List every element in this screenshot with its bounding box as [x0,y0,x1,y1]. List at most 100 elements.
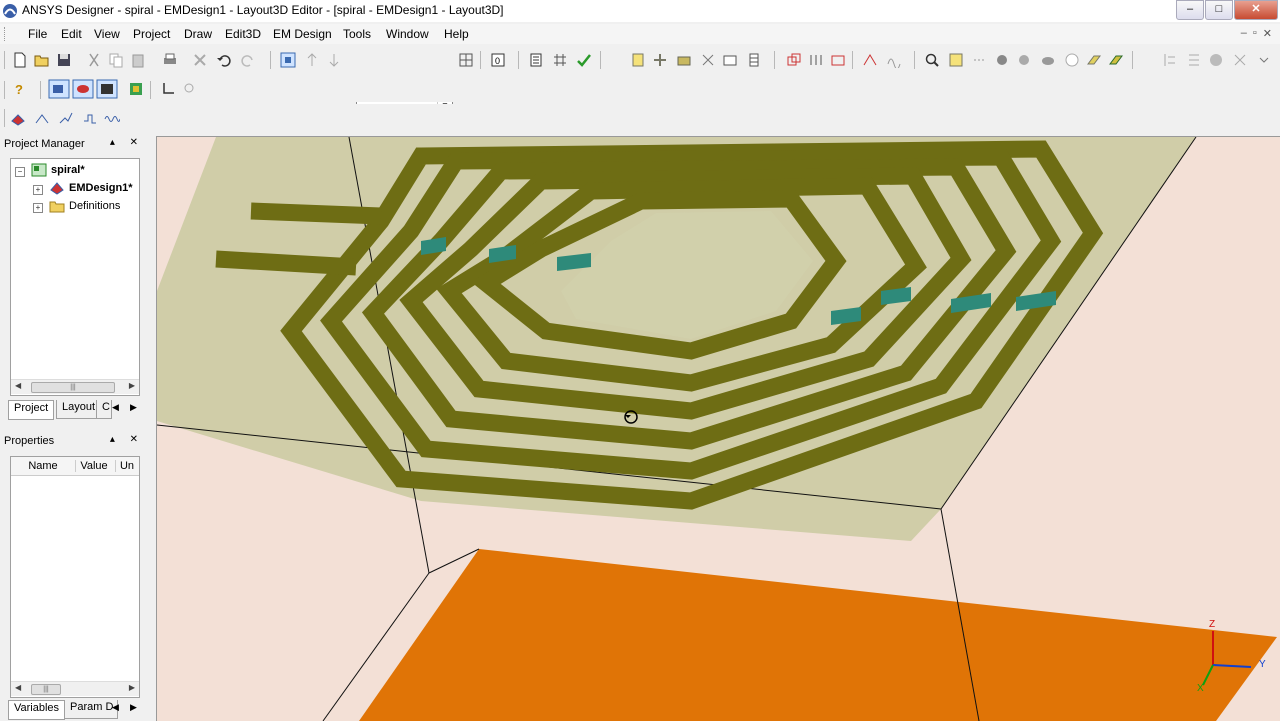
solve-setup-icon[interactable] [700,52,716,68]
add-excitation-icon[interactable] [652,52,668,68]
fit-all-icon[interactable] [948,52,964,68]
project-manager-controls[interactable]: ▴ ✕ [110,137,144,148]
mdi-minimize-button[interactable]: – [1241,27,1247,40]
menu-grip[interactable] [4,27,8,41]
zoom-icon[interactable] [924,52,940,68]
column-name[interactable]: Name [11,460,75,472]
draw-line-icon[interactable] [34,111,50,127]
menu-edit3d[interactable]: Edit3D [225,27,261,41]
draw-wave-icon[interactable] [104,111,120,127]
copy-icon[interactable] [108,52,124,68]
help-icon[interactable]: ? [12,81,28,97]
color-map-icon[interactable] [128,81,144,97]
column-value[interactable]: Value [75,460,112,472]
overflow-icon[interactable] [1256,52,1272,68]
grid-toggle-icon[interactable] [552,52,568,68]
shade-icon[interactable] [1086,52,1102,68]
tab-prev-icon[interactable]: ◀ [112,702,119,713]
redo-icon[interactable] [240,52,256,68]
tab-prev-icon[interactable]: ◀ [112,402,119,413]
validate-icon[interactable] [576,52,592,68]
boolean-unite-icon[interactable] [786,52,802,68]
coordinate-system-icon[interactable] [160,81,176,97]
measure-icon[interactable]: 0 [490,52,506,68]
ansys-app-icon[interactable] [2,3,18,19]
feed-line-top[interactable] [250,202,382,225]
boolean-intersect-icon[interactable] [830,52,846,68]
align-icon[interactable] [1186,52,1202,68]
boolean-subtract-icon[interactable] [808,52,824,68]
delete-icon[interactable] [192,52,208,68]
tab-c[interactable]: C [96,400,112,419]
expand-design-icon[interactable]: + [33,185,43,195]
project-tree-hscroll[interactable]: ◀ ||| ▶ [11,379,139,394]
plot-field-icon[interactable] [886,52,902,68]
undo-icon[interactable] [216,52,232,68]
save-icon[interactable] [56,52,72,68]
ground-plane[interactable] [359,549,1277,721]
sweep-icon[interactable] [722,52,738,68]
menu-window[interactable]: Window [386,27,429,41]
view-layer-icon[interactable] [72,79,94,99]
properties-hscroll[interactable]: ◀ ||| ▶ [11,681,139,696]
orient-icon[interactable] [1016,52,1032,68]
expand-definitions-icon[interactable]: + [33,203,43,213]
view-front-icon[interactable] [1040,52,1056,68]
tools-icon[interactable] [1232,52,1248,68]
expand-spiral-icon[interactable]: − [15,167,25,177]
new-file-icon[interactable] [12,52,28,68]
add-port-icon[interactable] [630,52,646,68]
move-down-icon[interactable] [326,52,342,68]
view-clock-icon[interactable] [1064,52,1080,68]
paste-icon[interactable] [130,52,146,68]
layout3d-viewport[interactable]: Z Y X [156,136,1280,721]
cut-icon[interactable] [86,52,102,68]
add-boundary-icon[interactable] [676,52,692,68]
menu-file[interactable]: File [28,27,47,41]
tab-param-defaults[interactable]: Param D [64,700,118,719]
zoom-ruler-icon[interactable] [182,81,198,97]
globe-icon[interactable] [1208,52,1224,68]
menu-draw[interactable]: Draw [184,27,212,41]
rotate-icon[interactable] [994,52,1010,68]
column-unit[interactable]: Un [115,460,138,472]
draw-polyline-icon[interactable] [82,111,98,127]
snap-grid-icon[interactable] [458,52,474,68]
table-icon[interactable] [746,52,762,68]
tab-layout[interactable]: Layout [56,400,102,419]
print-icon[interactable] [162,52,178,68]
select-icon[interactable] [280,52,296,68]
sweep-along-icon[interactable] [862,52,878,68]
close-button[interactable]: ✕ [1234,0,1278,20]
open-folder-icon[interactable] [34,52,50,68]
feed-line-bottom[interactable] [215,250,357,276]
tree-item-project[interactable]: spiral* [51,164,85,176]
mdi-restore-button[interactable]: ▫ [1253,27,1257,40]
tab-next-icon[interactable]: ▶ [130,402,137,413]
tree-item-design[interactable]: EMDesign1* [69,182,133,194]
menu-tools[interactable]: Tools [343,27,371,41]
menu-em-design[interactable]: EM Design [273,27,332,41]
mdi-close-button[interactable]: ✕ [1263,27,1272,40]
menu-edit[interactable]: Edit [61,27,82,41]
draw-solid-icon[interactable] [10,111,26,127]
menu-view[interactable]: View [94,27,120,41]
minimize-button[interactable]: – [1176,0,1204,20]
tab-next-icon[interactable]: ▶ [130,702,137,713]
menu-project[interactable]: Project [133,27,170,41]
pan-icon[interactable] [972,52,988,68]
tab-variables[interactable]: Variables [8,700,66,720]
properties-icon[interactable] [528,52,544,68]
spiral-3d-scene[interactable]: Z Y X [157,137,1280,721]
move-up-icon[interactable] [304,52,320,68]
view-grid-icon[interactable] [96,79,118,99]
properties-controls[interactable]: ▴ ✕ [110,434,144,445]
wireframe-icon[interactable] [1108,52,1124,68]
maximize-button[interactable]: □ [1205,0,1233,20]
menu-help[interactable]: Help [444,27,469,41]
tree-item-definitions[interactable]: Definitions [69,200,120,212]
tab-project[interactable]: Project [8,400,55,420]
align-left-icon[interactable] [1162,52,1178,68]
view-3d-icon[interactable] [48,79,70,99]
draw-point-icon[interactable] [58,111,74,127]
